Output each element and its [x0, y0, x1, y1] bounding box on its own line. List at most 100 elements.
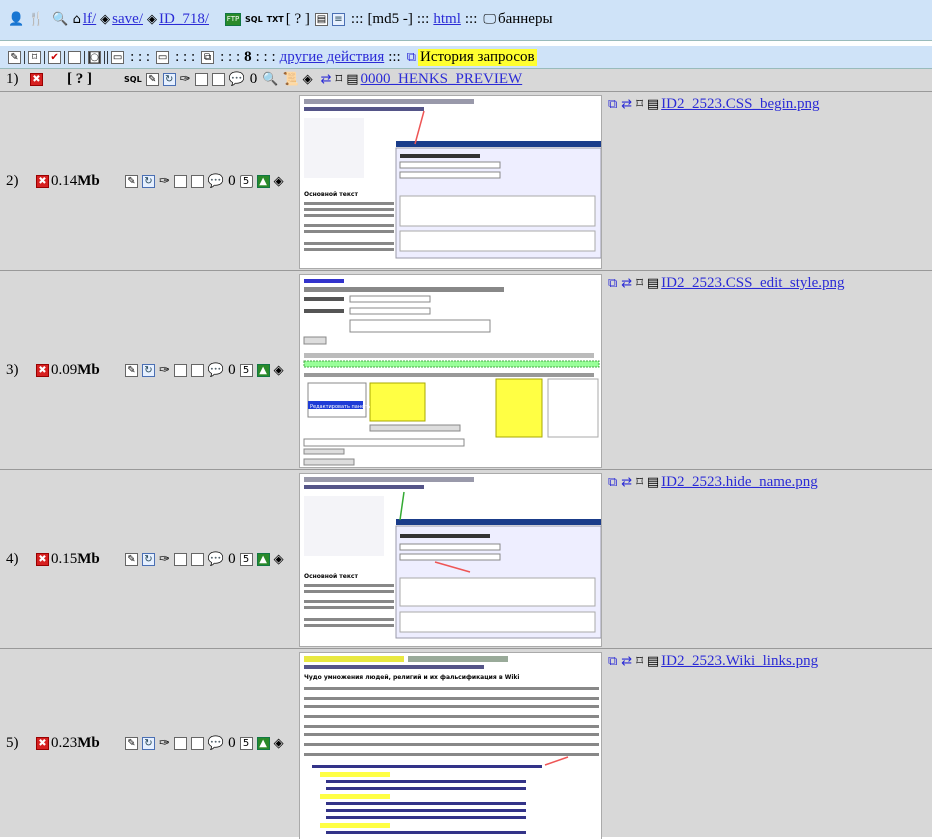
- help-button[interactable]: [ ? ]: [286, 11, 310, 28]
- translate-icon[interactable]: ⇄: [621, 654, 632, 669]
- rating-box[interactable]: 5: [239, 174, 253, 188]
- banners-link[interactable]: баннеры: [498, 11, 553, 28]
- bookmark-icon[interactable]: ⌑: [636, 276, 643, 291]
- diamond-icon[interactable]: ◈: [274, 174, 284, 189]
- help-button[interactable]: [ ? ]: [67, 71, 122, 88]
- image-icon[interactable]: ▲: [256, 363, 270, 377]
- translate-icon[interactable]: ⇄: [621, 276, 632, 291]
- image-icon[interactable]: ▲: [256, 552, 270, 566]
- bookmark-icon[interactable]: ⌑: [636, 654, 643, 669]
- delete-icon[interactable]: ✖: [36, 174, 49, 188]
- rating-box[interactable]: 5: [239, 363, 253, 377]
- sql-button[interactable]: SQL: [124, 75, 142, 84]
- comment-icon[interactable]: 💬: [208, 736, 224, 751]
- pen-icon[interactable]: ✑: [159, 174, 170, 189]
- external-link-icon[interactable]: ⧉: [608, 97, 617, 112]
- history-link[interactable]: История запросов: [418, 49, 537, 66]
- checkbox[interactable]: [190, 363, 204, 377]
- uncheck-all-icon[interactable]: [68, 51, 82, 64]
- other-actions-link[interactable]: другие действия: [280, 49, 385, 66]
- path-lf-link[interactable]: lf/: [83, 11, 96, 28]
- external-link-icon[interactable]: ⧉: [608, 276, 617, 291]
- comment-icon[interactable]: 💬: [229, 72, 245, 87]
- delete-icon[interactable]: ✖: [36, 552, 49, 566]
- select-checkbox[interactable]: [173, 736, 187, 750]
- translate-icon[interactable]: ⇄: [321, 72, 332, 87]
- edit-icon[interactable]: ✎: [145, 73, 159, 86]
- edit-icon[interactable]: ✎: [125, 174, 138, 188]
- scroll-icon[interactable]: 📜: [282, 72, 298, 87]
- file-icon[interactable]: ▤: [647, 475, 659, 490]
- refresh-icon[interactable]: ↻: [142, 736, 155, 750]
- pen-icon[interactable]: ✑: [180, 72, 191, 87]
- pen-icon[interactable]: ✑: [159, 736, 170, 751]
- edit-icon[interactable]: ✎: [8, 51, 21, 64]
- md5-toggle[interactable]: [md5 -]: [367, 11, 412, 28]
- magnifier-icon[interactable]: 🔍: [262, 72, 278, 87]
- comment-icon[interactable]: 💬: [208, 174, 224, 189]
- txt-button[interactable]: TXT: [267, 15, 284, 24]
- sql-button[interactable]: SQL: [245, 15, 263, 24]
- list-icon[interactable]: ≡: [331, 13, 345, 26]
- edit-icon[interactable]: ✎: [125, 736, 138, 750]
- folder-move-icon[interactable]: ▭: [156, 51, 170, 64]
- refresh-icon[interactable]: ↻: [162, 73, 176, 86]
- diamond-icon[interactable]: ◈: [100, 12, 110, 27]
- home-icon[interactable]: ⌂: [73, 12, 81, 27]
- rating-box[interactable]: 5: [239, 552, 253, 566]
- folder-link[interactable]: 0000_HENKS_PREVIEW: [361, 71, 523, 88]
- thumbnail-css-begin[interactable]: Основной текст: [299, 95, 602, 269]
- external-link-icon[interactable]: ⧉: [608, 654, 617, 669]
- file-link[interactable]: ID2_2523.Wiki_links.png: [661, 653, 818, 670]
- file-icon[interactable]: ▤: [647, 276, 659, 291]
- checkbox[interactable]: [190, 552, 204, 566]
- ftp-icon[interactable]: FTP: [225, 13, 241, 26]
- document-icon[interactable]: ▤: [314, 13, 328, 26]
- check-all-icon[interactable]: ✔: [48, 51, 62, 64]
- comment-icon[interactable]: 💬: [208, 552, 224, 567]
- diamond-icon[interactable]: ◈: [147, 12, 157, 27]
- select-checkbox[interactable]: [173, 552, 187, 566]
- path-id-link[interactable]: ID_718/: [159, 11, 209, 28]
- bookmark-icon[interactable]: ⌑: [28, 51, 42, 64]
- translate-icon[interactable]: ⇄: [621, 475, 632, 490]
- pen-icon[interactable]: ✑: [159, 363, 170, 378]
- delete-icon[interactable]: ✖: [36, 736, 49, 750]
- delete-icon[interactable]: ✖: [36, 363, 49, 377]
- select-checkbox[interactable]: [194, 73, 208, 86]
- diamond-icon[interactable]: ◈: [274, 552, 284, 567]
- external-link-icon[interactable]: ⧉: [608, 475, 617, 490]
- diamond-icon[interactable]: ◈: [303, 72, 313, 87]
- bookmark-icon[interactable]: ⌑: [636, 475, 643, 490]
- refresh-icon[interactable]: ↻: [142, 174, 155, 188]
- translate-icon[interactable]: ⇄: [621, 97, 632, 112]
- select-checkbox[interactable]: [173, 174, 187, 188]
- folder-icon[interactable]: ▭: [111, 51, 125, 64]
- checkbox[interactable]: [211, 73, 225, 86]
- refresh-icon[interactable]: ↻: [142, 552, 155, 566]
- thumbnail-wiki-links[interactable]: Чудо умножения людей, религий и их фальс…: [299, 652, 602, 839]
- monitor-icon[interactable]: 🖵: [483, 12, 496, 27]
- copy-icon[interactable]: ⧉: [201, 51, 215, 64]
- select-checkbox[interactable]: [173, 363, 187, 377]
- edit-icon[interactable]: ✎: [125, 363, 138, 377]
- thumbnail-hide-name[interactable]: Основной текст: [299, 473, 602, 647]
- search-icon[interactable]: 🔍: [52, 12, 68, 27]
- rating-box[interactable]: 5: [239, 736, 253, 750]
- tools-icon[interactable]: 🍴: [28, 12, 44, 27]
- thumbnail-css-edit-style[interactable]: Редактировать панель: [299, 274, 602, 468]
- image-icon[interactable]: ▲: [256, 174, 270, 188]
- refresh-icon[interactable]: ↻: [142, 363, 155, 377]
- file-icon[interactable]: ▤: [647, 97, 659, 112]
- user-icon[interactable]: 👤: [8, 12, 24, 27]
- delete-icon[interactable]: ✖: [30, 73, 43, 86]
- bookmark-icon[interactable]: ⌑: [636, 97, 643, 112]
- path-save-link[interactable]: save/: [112, 11, 143, 28]
- file-link[interactable]: ID2_2523.hide_name.png: [661, 474, 818, 491]
- diamond-icon[interactable]: ◈: [274, 363, 284, 378]
- checkbox[interactable]: [190, 736, 204, 750]
- edit-icon[interactable]: ✎: [125, 552, 138, 566]
- camera-icon[interactable]: ◙: [88, 51, 102, 64]
- bookmark-icon[interactable]: ⌑: [336, 72, 343, 87]
- file-icon[interactable]: ▤: [647, 654, 659, 669]
